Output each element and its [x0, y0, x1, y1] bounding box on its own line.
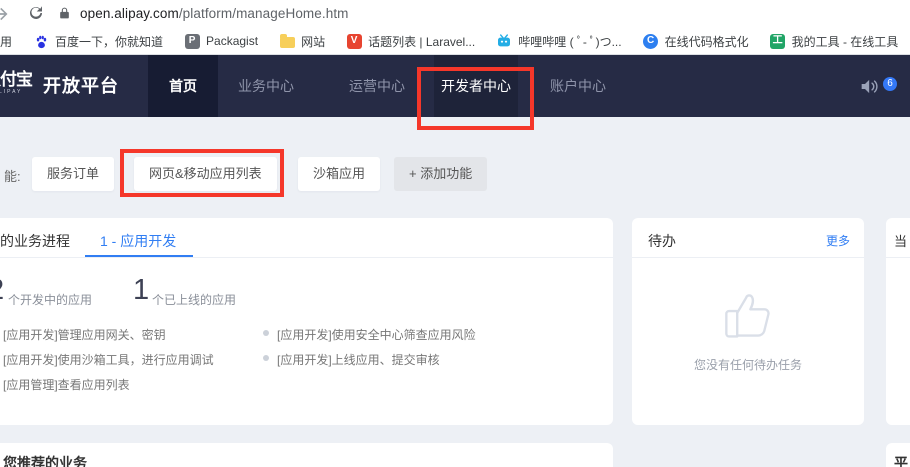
todo-empty-text: 您没有任何待办任务 [632, 356, 864, 373]
bookmarks-bar: 用 百度一下，你就知道 P Packagist 网站 V 话题列表 | Lara… [0, 28, 910, 55]
common-functions-label: 能: [4, 166, 21, 185]
stat-online-label: 个已上线的应用 [152, 291, 236, 308]
forward-arrow-icon[interactable] [0, 4, 11, 24]
bookmark-laravel-topics[interactable]: V 话题列表 | Laravel... [346, 33, 475, 50]
todo-card: 待办 更多 您没有任何待办任务 [632, 218, 864, 425]
bookmark-cut[interactable]: 用 [0, 33, 12, 50]
laravel-topics-icon: V [346, 33, 362, 49]
tab-active-underline [85, 255, 193, 257]
url-domain: open.alipay.com [80, 6, 179, 21]
brand-title: 开放平台 [43, 55, 119, 117]
bookmark-bilibili[interactable]: 哔哩哔哩 ( ﾟ- ﾟ)つ... [496, 33, 621, 50]
code-format-icon: C [643, 33, 659, 49]
right-partial-card-title: 当 [894, 231, 907, 250]
stat-developing-count: 2 [0, 274, 4, 307]
url-path: /platform/manageHome.htm [179, 6, 349, 21]
alipay-logo[interactable]: 支付宝 ALIPAY [0, 70, 32, 95]
bullet-dot [263, 330, 269, 336]
bookmark-baidu[interactable]: 百度一下，你就知道 [33, 33, 163, 50]
bilibili-icon [496, 33, 512, 49]
bullet-security-check: [应用开发]使用安全中心筛查应用风险 [277, 326, 476, 343]
nav-item-business-center[interactable]: 业务中心 [237, 55, 295, 117]
annotation-box-app-list [120, 149, 284, 197]
business-progress-card: 的业务进程 1 - 应用开发 2 个开发中的应用 1 个已上线的应用 [应用开发… [0, 218, 613, 425]
service-orders-button[interactable]: 服务订单 [32, 157, 114, 191]
packagist-icon: P [184, 33, 200, 49]
baidu-icon [33, 33, 49, 49]
my-tools-icon: 工 [770, 33, 786, 49]
bullet-submit-review: [应用开发]上线应用、提交审核 [277, 351, 440, 368]
bookmark-folder[interactable]: 网站 [279, 33, 325, 50]
stat-online-count: 1 [133, 274, 149, 307]
nav-item-account-center[interactable]: 账户中心 [549, 55, 607, 117]
bookmark-packagist[interactable]: P Packagist [184, 33, 258, 49]
todo-card-header: 待办 更多 [632, 218, 864, 258]
right-partial-card-header: 当 [886, 218, 910, 258]
progress-card-title: 的业务进程 [0, 231, 70, 251]
sandbox-app-button[interactable]: 沙箱应用 [298, 157, 380, 191]
thumbs-up-icon [720, 280, 778, 344]
announcement-speaker-icon[interactable] [860, 78, 880, 95]
bookmark-code-format[interactable]: C 在线代码格式化 [643, 33, 749, 50]
screen: open.alipay.com/platform/manageHome.htm … [0, 0, 910, 467]
todo-card-title: 待办 [648, 231, 676, 251]
folder-icon [279, 33, 295, 49]
todo-more-link[interactable]: 更多 [826, 232, 850, 249]
bullet-manage-gateway: [应用开发]管理应用网关、密钥 [3, 326, 166, 343]
nav-item-operation-center[interactable]: 运营中心 [348, 55, 406, 117]
right-partial-card: 当 [886, 218, 910, 425]
bullet-sandbox-debug: [应用开发]使用沙箱工具，进行应用调试 [3, 351, 214, 368]
recommended-business-title: 您推荐的业务 [3, 453, 87, 467]
reload-icon[interactable] [27, 4, 45, 22]
browser-toolbar: open.alipay.com/platform/manageHome.htm [0, 0, 910, 28]
nav-item-home[interactable]: 首页 [148, 55, 218, 117]
bookmark-my-tools[interactable]: 工 我的工具 - 在线工具 [770, 33, 899, 50]
recommended-business-card: 您推荐的业务 [0, 443, 613, 467]
bullet-view-app-list: [应用管理]查看应用列表 [3, 376, 130, 393]
bottom-right-partial-title: 平 [894, 453, 908, 467]
add-function-button[interactable]: + 添加功能 [394, 157, 487, 191]
lock-icon[interactable] [58, 6, 71, 20]
notification-count-badge[interactable]: 6 [883, 77, 897, 91]
tab-app-development[interactable]: 1 - 应用开发 [100, 231, 176, 251]
bottom-right-partial-card: 平 [886, 443, 910, 467]
address-bar[interactable]: open.alipay.com/platform/manageHome.htm [80, 6, 349, 21]
bullet-dot [263, 355, 269, 361]
progress-card-header: 的业务进程 1 - 应用开发 [0, 218, 613, 258]
annotation-box-developer-center [417, 67, 534, 130]
stat-developing-label: 个开发中的应用 [8, 291, 92, 308]
